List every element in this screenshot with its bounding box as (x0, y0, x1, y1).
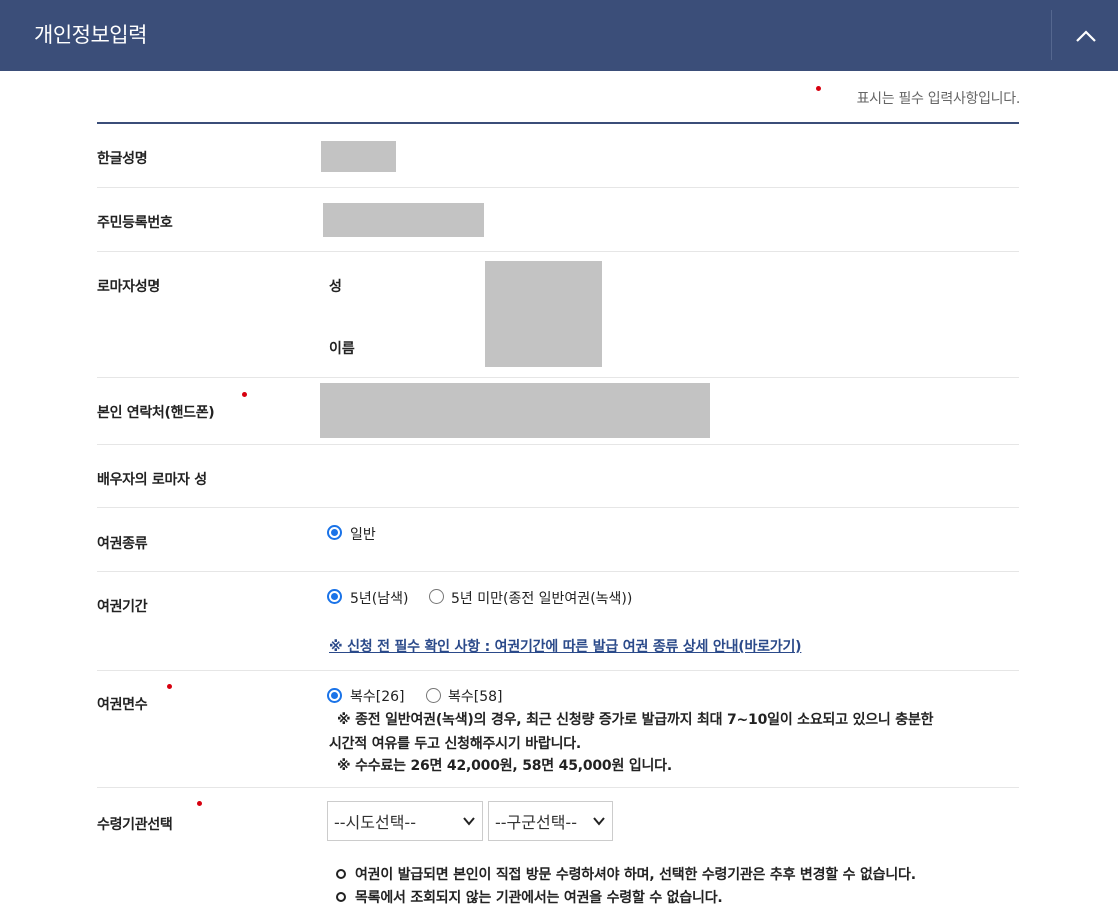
period-5yr-radio[interactable] (327, 589, 342, 604)
row-divider (97, 444, 1019, 445)
pages-26-label[interactable]: 복수[26] (350, 686, 405, 706)
page-count-label: 여권면수 (97, 697, 148, 713)
pickup-bullet: 목록에서 조회되지 않는 기관에서는 여권을 수령할 수 없습니다. (336, 887, 723, 907)
page-count-required-marker (167, 684, 172, 689)
roman-name-value-redacted (485, 261, 602, 367)
passport-type-label: 여권종류 (97, 536, 148, 552)
section-title: 개인정보입력 (34, 23, 147, 47)
pages-58-label[interactable]: 복수[58] (448, 686, 503, 706)
pages-58-radio[interactable] (426, 688, 441, 703)
district-select[interactable]: --구군선택-- (488, 801, 613, 841)
header-divider (1051, 10, 1052, 60)
pickup-bullet-text: 목록에서 조회되지 않는 기관에서는 여권을 수령할 수 없습니다. (355, 890, 723, 906)
city-select-value: --시도선택-- (334, 813, 416, 832)
table-top-border (97, 122, 1019, 124)
resident-number-value-redacted (323, 203, 484, 237)
collapse-button[interactable] (1053, 0, 1118, 71)
row-divider (97, 507, 1019, 508)
required-marker (816, 86, 821, 91)
pickup-bullet-text: 여권이 발급되면 본인이 직접 방문 수령하셔야 하며, 선택한 수령기관은 추… (355, 867, 916, 883)
period-under-5yr-radio[interactable] (429, 589, 444, 604)
row-divider (97, 377, 1019, 378)
spouse-surname-label: 배우자의 로마자 성 (97, 472, 207, 488)
passport-period-label: 여권기간 (97, 599, 148, 615)
circle-bullet-icon (336, 869, 346, 879)
passport-type-general-radio[interactable] (327, 525, 342, 540)
row-divider (97, 251, 1019, 252)
passport-type-general-label[interactable]: 일반 (350, 524, 376, 544)
city-select[interactable]: --시도선택-- (327, 801, 483, 841)
roman-name-label: 로마자성명 (97, 279, 160, 295)
row-divider (97, 571, 1019, 572)
given-name-label: 이름 (329, 341, 355, 357)
surname-label: 성 (329, 279, 342, 295)
phone-label: 본인 연락처(핸드폰) (97, 405, 215, 421)
required-note: 표시는 필수 입력사항입니다. (856, 91, 1021, 107)
korean-name-label: 한글성명 (97, 151, 148, 167)
page-count-note-1: ※ 종전 일반여권(녹색)의 경우, 최근 신청량 증가로 발급까지 최대 7~… (337, 712, 934, 728)
circle-bullet-icon (336, 892, 346, 902)
pickup-office-label: 수령기관선택 (97, 817, 173, 833)
pickup-bullet: 여권이 발급되면 본인이 직접 방문 수령하셔야 하며, 선택한 수령기관은 추… (336, 864, 916, 884)
page-count-fee-note: ※ 수수료는 26면 42,000원, 58면 45,000원 입니다. (337, 758, 672, 774)
pickup-office-required-marker (197, 801, 202, 806)
pages-26-radio[interactable] (327, 688, 342, 703)
period-guide-link[interactable]: ※ 신청 전 필수 확인 사항 : 여권기간에 따른 발급 여권 종류 상세 안… (329, 636, 802, 656)
phone-required-marker (242, 392, 247, 397)
row-divider (97, 670, 1019, 671)
resident-number-label: 주민등록번호 (97, 215, 173, 231)
page-count-note-2: 시간적 여유를 두고 신청해주시기 바랍니다. (329, 736, 582, 752)
chevron-down-icon (593, 817, 605, 826)
phone-value-redacted (320, 383, 710, 438)
row-divider (97, 187, 1019, 188)
chevron-up-icon (1075, 29, 1096, 42)
period-5yr-label[interactable]: 5년(남색) (350, 588, 408, 608)
section-header: 개인정보입력 (0, 0, 1118, 71)
district-select-value: --구군선택-- (495, 813, 577, 832)
chevron-down-icon (463, 817, 475, 826)
period-under-5yr-label[interactable]: 5년 미만(종전 일반여권(녹색)) (451, 588, 632, 608)
row-divider (97, 787, 1019, 788)
korean-name-value-redacted (321, 141, 396, 172)
